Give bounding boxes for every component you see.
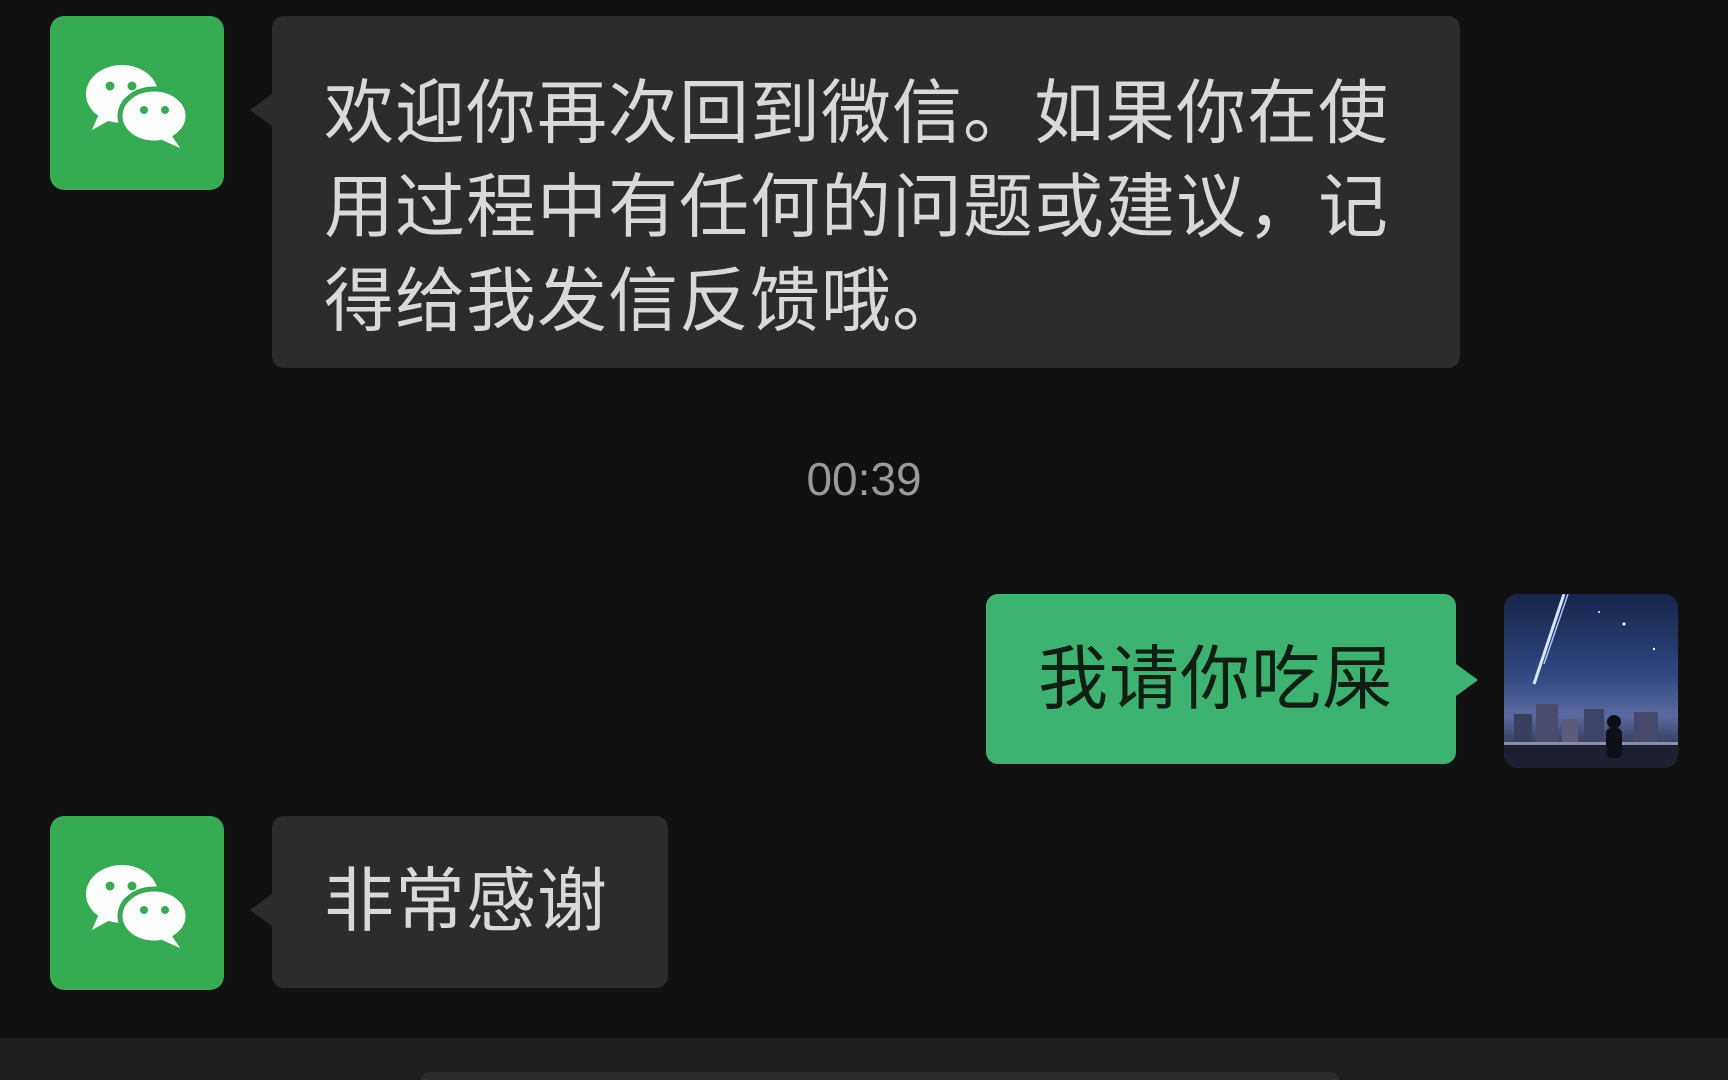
message-text: 我请你吃屎	[1038, 638, 1393, 720]
message-text: 欢迎你再次回到微信。如果你在使用过程中有任何的问题或建议，记得给我发信反馈哦。	[324, 72, 1389, 342]
message-text: 非常感谢	[324, 860, 608, 942]
message-input[interactable]	[420, 1072, 1340, 1080]
wechat-avatar[interactable]	[50, 816, 224, 990]
chat-area[interactable]: 欢迎你再次回到微信。如果你在使用过程中有任何的问题或建议，记得给我发信反馈哦。 …	[0, 0, 1728, 1080]
wechat-logo-icon	[86, 65, 191, 148]
user-avatar[interactable]	[1504, 594, 1678, 768]
incoming-message-bubble[interactable]: 欢迎你再次回到微信。如果你在使用过程中有任何的问题或建议，记得给我发信反馈哦。	[250, 16, 1460, 368]
wechat-avatar[interactable]	[50, 16, 224, 190]
user-avatar-image	[1504, 594, 1678, 768]
wechat-logo-icon	[86, 865, 191, 948]
incoming-message-bubble[interactable]: 非常感谢	[250, 816, 668, 988]
outgoing-message-bubble[interactable]: 我请你吃屎	[986, 594, 1478, 764]
message-timestamp: 00:39	[806, 453, 922, 505]
